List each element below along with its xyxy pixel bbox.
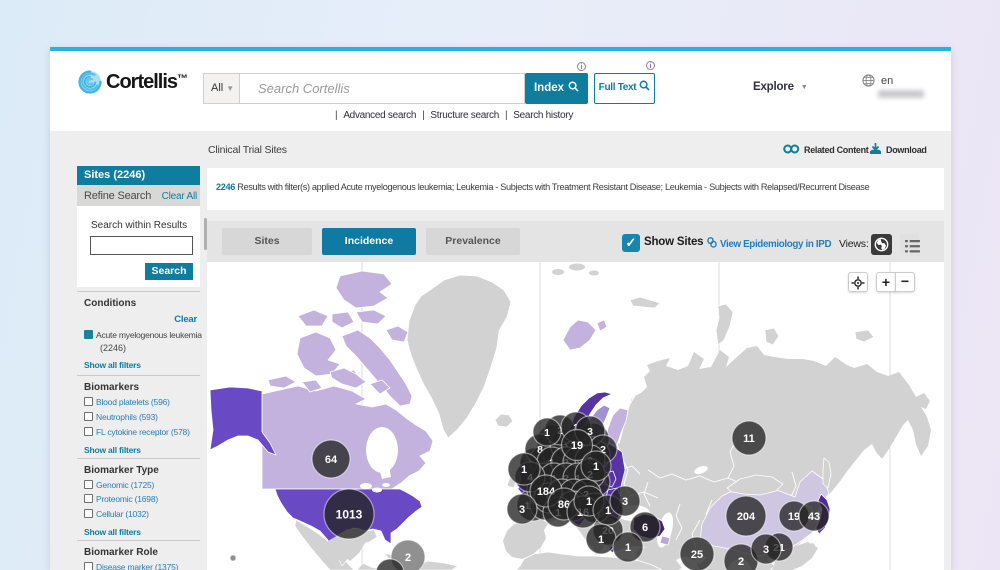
svg-text:1: 1 xyxy=(586,496,592,508)
svg-text:3: 3 xyxy=(519,504,525,516)
svg-text:43: 43 xyxy=(808,511,820,523)
svg-text:19: 19 xyxy=(788,511,800,523)
svg-text:1: 1 xyxy=(598,534,604,546)
svg-text:64: 64 xyxy=(325,454,338,466)
svg-text:19: 19 xyxy=(571,440,583,452)
svg-text:1: 1 xyxy=(544,427,550,439)
svg-text:1: 1 xyxy=(521,464,527,476)
svg-text:25: 25 xyxy=(691,549,703,561)
svg-text:3: 3 xyxy=(763,544,769,556)
svg-text:2: 2 xyxy=(738,556,744,568)
svg-text:6: 6 xyxy=(642,522,648,534)
svg-text:1013: 1013 xyxy=(336,507,363,521)
svg-text:3: 3 xyxy=(622,496,628,508)
svg-text:2: 2 xyxy=(405,552,411,564)
svg-text:1: 1 xyxy=(605,505,611,517)
svg-text:1: 1 xyxy=(593,461,599,473)
svg-text:11: 11 xyxy=(743,433,755,445)
svg-text:1: 1 xyxy=(625,542,631,554)
svg-text:204: 204 xyxy=(737,511,756,523)
